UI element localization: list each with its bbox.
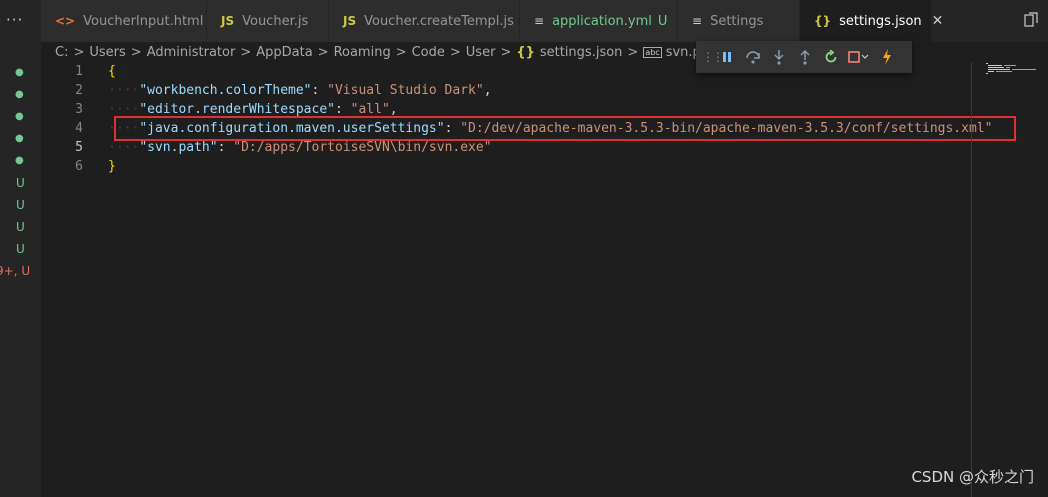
- line-number: 1: [75, 64, 83, 79]
- tab-settings[interactable]: ≡ Settings: [678, 0, 800, 42]
- line-number: 4: [75, 121, 83, 136]
- tab-label: Voucher.js: [242, 13, 309, 29]
- tab-voucher-js[interactable]: JS Voucher.js: [207, 0, 329, 42]
- watermark: CSDN @众秒之门: [911, 468, 1034, 486]
- status-mark: ●: [15, 155, 24, 166]
- minimap[interactable]: [980, 62, 1040, 76]
- js-icon: JS: [343, 14, 357, 28]
- tab-voucher-createtempl-js[interactable]: JS Voucher.createTempl.js: [329, 0, 520, 42]
- open-brace: {: [108, 64, 116, 79]
- js-icon: JS: [221, 14, 235, 28]
- setting-value: "all": [350, 102, 390, 117]
- colon: :: [217, 140, 234, 155]
- breadcrumb-item[interactable]: Code: [412, 45, 445, 60]
- comma: ,: [389, 102, 398, 117]
- setting-key: "workbench.colorTheme": [139, 83, 312, 98]
- braces-icon: {}: [516, 44, 535, 60]
- breadcrumb-item[interactable]: C:: [55, 45, 68, 60]
- setting-key: "editor.renderWhitespace": [139, 102, 335, 117]
- braces-icon: {}: [814, 14, 832, 28]
- status-mark: ●: [15, 111, 24, 122]
- comma: ,: [483, 83, 492, 98]
- untracked-mark: U: [16, 176, 25, 190]
- tab-label: application.yml: [552, 13, 652, 29]
- untracked-mark: U: [16, 198, 25, 212]
- open-preview-icon[interactable]: [1024, 12, 1038, 28]
- tab-bar: ··· <> VoucherInput.html JS Voucher.js J…: [0, 0, 1048, 42]
- line-number: 6: [75, 159, 83, 174]
- untracked-mark: U: [16, 242, 25, 256]
- code-line: {: [108, 62, 992, 81]
- code-line: }: [108, 157, 992, 176]
- untracked-mark: U: [16, 220, 25, 234]
- untracked-badge: U: [657, 13, 668, 29]
- string-symbol-icon: abc: [643, 46, 662, 58]
- close-icon[interactable]: ✕: [932, 13, 944, 29]
- line-number: 2: [75, 83, 83, 98]
- breadcrumb-item[interactable]: AppData: [256, 45, 312, 60]
- tab-settings-json[interactable]: {} settings.json ✕: [800, 0, 943, 42]
- chevron-right-icon: >: [500, 44, 512, 60]
- lines-icon: ≡: [534, 14, 545, 28]
- breadcrumb-item[interactable]: Roaming: [334, 45, 391, 60]
- lines-icon: ≡: [692, 14, 703, 28]
- vertical-scrollbar[interactable]: [971, 62, 972, 497]
- breadcrumb: C: > Users > Administrator > AppData > R…: [41, 42, 722, 62]
- setting-value: "Visual Studio Dark": [327, 83, 484, 98]
- chevron-right-icon: >: [627, 44, 639, 60]
- chevron-right-icon: >: [73, 44, 85, 60]
- tab-label: settings.json: [839, 13, 922, 29]
- line-number: 3: [75, 102, 83, 117]
- chevron-right-icon: >: [395, 44, 407, 60]
- tab-voucherinput-html[interactable]: <> VoucherInput.html: [41, 0, 207, 42]
- chevron-right-icon: >: [317, 44, 329, 60]
- tab-label: Settings: [710, 13, 764, 29]
- close-brace: }: [108, 159, 116, 174]
- chevron-right-icon: >: [240, 44, 252, 60]
- tab-label: Voucher.createTempl.js: [364, 13, 514, 29]
- html-icon: <>: [55, 14, 76, 28]
- breadcrumb-item[interactable]: Users: [89, 45, 125, 60]
- line-number: 5: [75, 140, 83, 155]
- chevron-right-icon: >: [449, 44, 461, 60]
- explorer-strip: ● ● ● ● ● U U U U 9+, U: [0, 0, 41, 497]
- setting-value: "D:/apps/TortoiseSVN\bin/svn.exe": [233, 140, 492, 155]
- breadcrumb-item[interactable]: User: [466, 45, 496, 60]
- colon: :: [334, 102, 351, 117]
- highlight-annotation-box: [114, 116, 1016, 141]
- status-mark: ●: [15, 67, 24, 78]
- setting-key: "svn.path": [139, 140, 218, 155]
- code-line: ····"workbench.colorTheme": "Visual Stud…: [108, 83, 492, 98]
- status-mark: ●: [15, 89, 24, 100]
- tab-application-yml[interactable]: ≡ application.yml U: [520, 0, 678, 42]
- status-mark: ●: [15, 133, 24, 144]
- line-number-gutter: 1 2 3 4 5 6: [41, 62, 85, 176]
- breadcrumb-file[interactable]: settings.json: [540, 45, 623, 60]
- chevron-right-icon: >: [130, 44, 142, 60]
- breadcrumb-item[interactable]: Administrator: [147, 45, 236, 60]
- problems-mark: 9+, U: [0, 264, 31, 278]
- colon: :: [311, 83, 328, 98]
- tab-label: VoucherInput.html: [83, 13, 204, 29]
- more-actions-icon[interactable]: ···: [6, 11, 23, 29]
